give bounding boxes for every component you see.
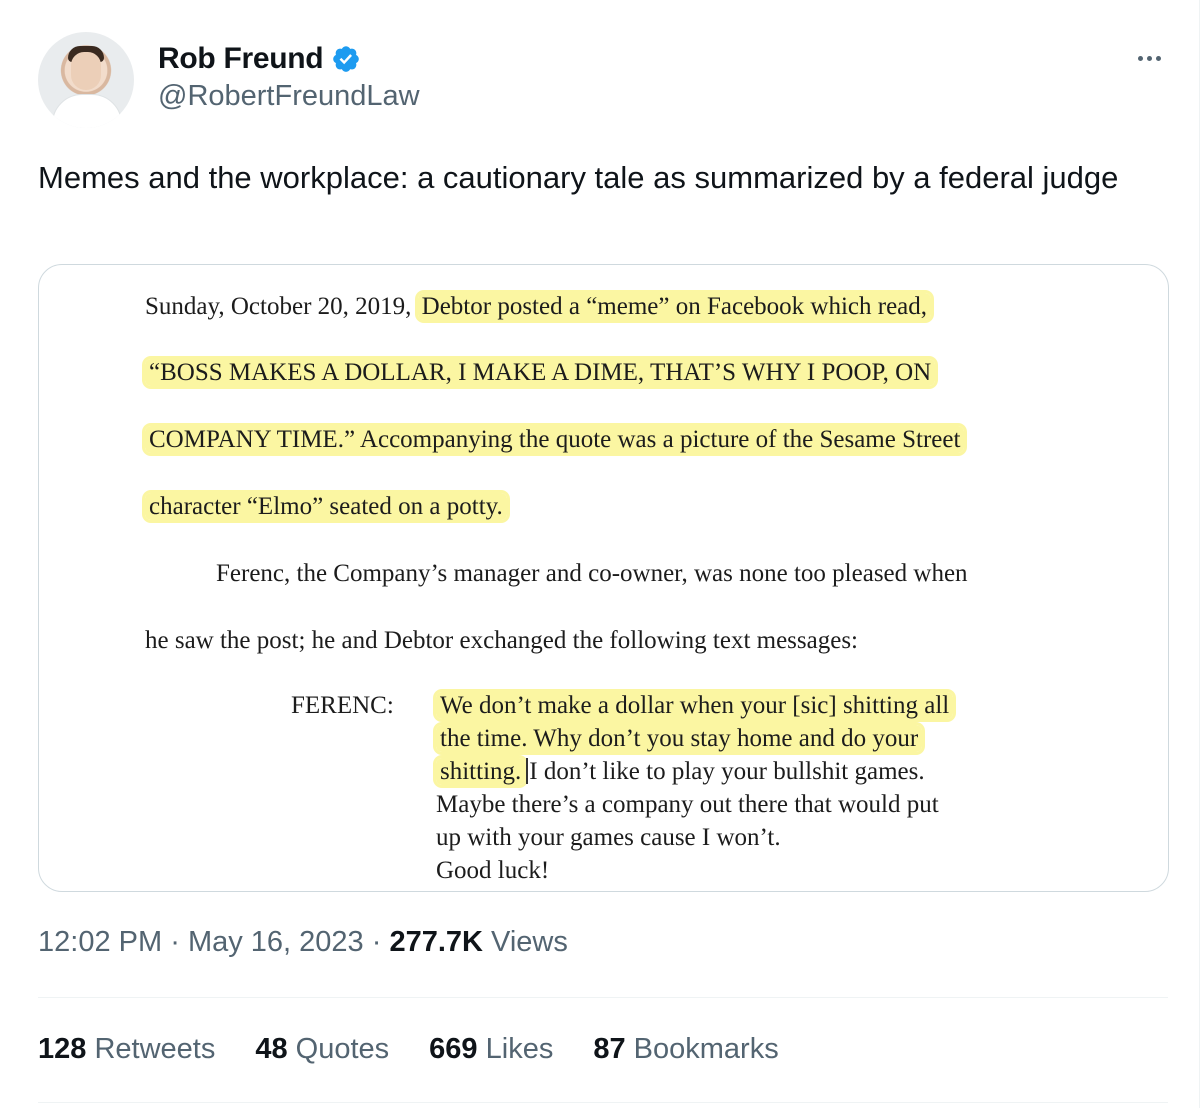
divider [38, 1102, 1168, 1103]
doc-line-2-highlight: “BOSS MAKES A DOLLAR, I MAKE A DIME, THA… [145, 359, 936, 386]
tweet-meta: 12:02 PM · May 16, 2023 · 277.7K Views [38, 926, 568, 959]
quotes-count: 48 [255, 1033, 288, 1065]
court-document-excerpt: Sunday, October 20, 2019, Debtor posted … [39, 265, 1168, 891]
more-dot [1155, 55, 1161, 61]
verified-badge-icon[interactable] [331, 44, 361, 74]
more-dot [1137, 55, 1143, 61]
retweets-stat[interactable]: 128 Retweets [38, 1033, 215, 1066]
doc-line-2: “BOSS MAKES A DOLLAR, I MAKE A DIME, THA… [145, 356, 936, 390]
bookmarks-count: 87 [593, 1033, 626, 1065]
message-line-3-plain: I don’t like to play your bullshit games… [529, 758, 925, 785]
tweet-text: Memes and the workplace: a cautionary ta… [38, 160, 1119, 195]
author-name-row: Rob Freund [158, 40, 361, 78]
message-line-3-highlight: shitting. [436, 758, 526, 785]
doc-line-1-highlight: Debtor posted a “meme” on Facebook which… [417, 293, 932, 320]
meta-separator: · [371, 926, 382, 958]
author-handle[interactable]: @RobertFreundLaw [158, 80, 420, 113]
quotes-label: Quotes [295, 1033, 390, 1065]
likes-count: 669 [429, 1033, 478, 1065]
views-count: 277.7K [389, 926, 483, 958]
tweet-time[interactable]: 12:02 PM [38, 926, 162, 958]
bookmarks-stat[interactable]: 87 Bookmarks [593, 1033, 778, 1066]
tweet-media-image[interactable]: Sunday, October 20, 2019, Debtor posted … [38, 264, 1169, 892]
avatar-face [71, 52, 101, 90]
message-line-2-highlight: the time. Why don’t you stay home and do… [436, 725, 923, 752]
message-line-1: We don’t make a dollar when your [sic] s… [436, 689, 954, 722]
bookmarks-label: Bookmarks [633, 1033, 779, 1065]
text-cursor [526, 758, 529, 784]
message-line-3: shitting. I don’t like to play your bulls… [436, 755, 925, 788]
doc-line-6: he saw the post; he and Debtor exchanged… [145, 627, 859, 654]
column-border [1199, 0, 1200, 1108]
message-line-2: the time. Why don’t you stay home and do… [436, 722, 923, 755]
more-dot [1146, 55, 1152, 61]
likes-stat[interactable]: 669 Likes [429, 1033, 553, 1066]
doc-line-4-highlight: character “Elmo” seated on a potty. [145, 493, 507, 520]
more-options-icon[interactable] [1128, 44, 1170, 72]
likes-label: Likes [485, 1033, 554, 1065]
doc-line-4: character “Elmo” seated on a potty. [145, 490, 507, 524]
retweets-label: Retweets [94, 1033, 216, 1065]
author-display-name[interactable]: Rob Freund [158, 42, 324, 76]
views-label: Views [491, 926, 568, 958]
engagement-stats: 128 Retweets 48 Quotes 669 Likes 87 Book… [38, 1033, 779, 1066]
quotes-stat[interactable]: 48 Quotes [255, 1033, 389, 1066]
doc-line-5: Ferenc, the Company’s manager and co-own… [216, 560, 968, 587]
message-line-1-highlight: We don’t make a dollar when your [sic] s… [436, 692, 954, 719]
avatar-shirt [52, 94, 122, 128]
doc-line-1-plain: Sunday, October 20, 2019, [145, 293, 418, 320]
doc-line-1: Sunday, October 20, 2019, Debtor posted … [145, 290, 932, 324]
doc-line-3: COMPANY TIME.” Accompanying the quote wa… [145, 423, 965, 457]
message-speaker: FERENC: [291, 692, 394, 719]
message-line-6: Good luck! [436, 857, 550, 884]
message-line-4: Maybe there’s a company out there that w… [436, 791, 939, 818]
divider [38, 997, 1168, 998]
message-line-5: up with your games cause I won’t. [436, 824, 781, 851]
doc-line-3-highlight: COMPANY TIME.” Accompanying the quote wa… [145, 426, 965, 453]
tweet-date[interactable]: May 16, 2023 [188, 926, 364, 958]
retweets-count: 128 [38, 1033, 87, 1065]
meta-separator: · [170, 926, 180, 958]
avatar[interactable] [38, 32, 134, 128]
